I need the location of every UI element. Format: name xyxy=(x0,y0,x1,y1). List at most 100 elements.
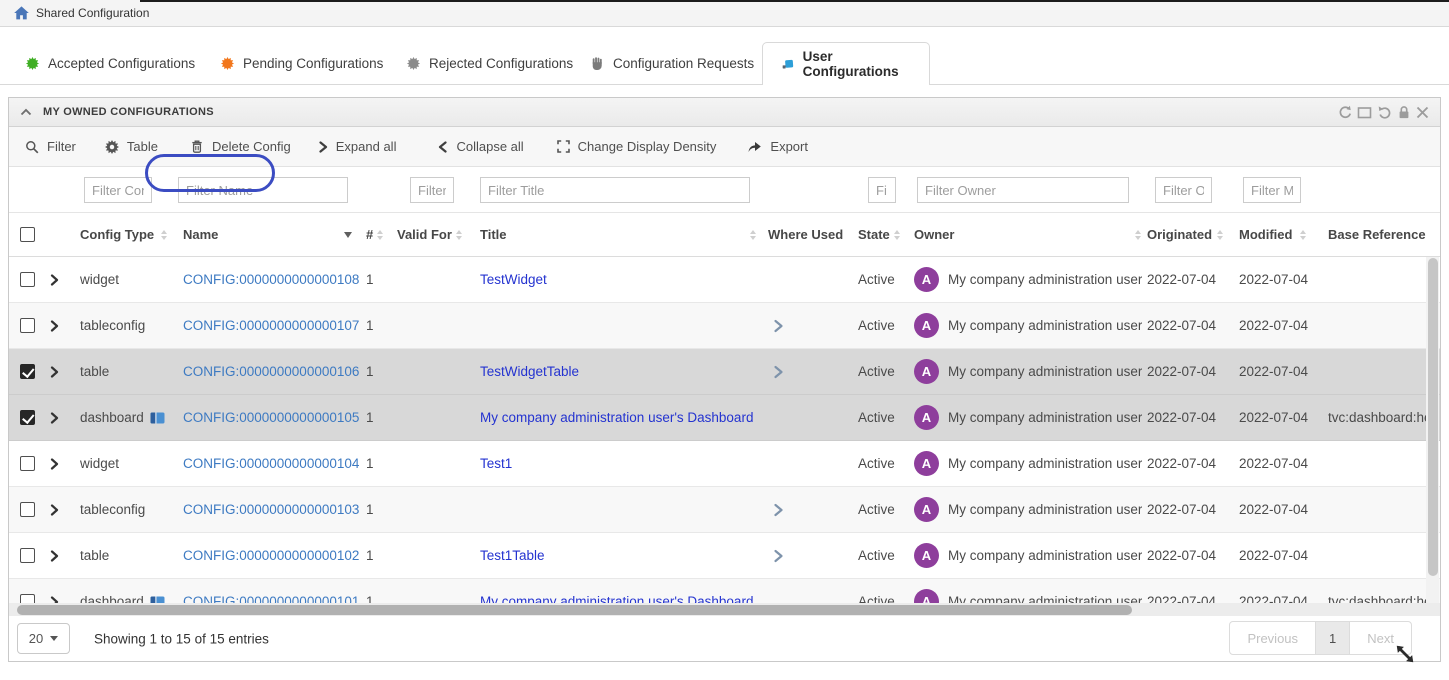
tab-bar: Accepted Configurations Pending Configur… xyxy=(0,42,1449,85)
expand-row-icon[interactable] xyxy=(50,596,59,604)
tab-user-configurations[interactable]: User Configurations xyxy=(762,42,930,85)
table-row[interactable]: tableconfig CONFIG:0000000000000107 1 Ac… xyxy=(9,303,1440,349)
column-header-base-reference[interactable]: Base Reference xyxy=(1328,227,1440,242)
row-checkbox[interactable] xyxy=(20,318,35,333)
column-header-modified[interactable]: Modified xyxy=(1239,227,1328,242)
table-row[interactable]: widget CONFIG:0000000000000108 1 TestWid… xyxy=(9,257,1440,303)
table-label: Table xyxy=(127,139,158,154)
gear-icon xyxy=(105,140,119,154)
column-label: Valid For xyxy=(397,227,452,242)
vertical-scrollbar-thumb[interactable] xyxy=(1428,258,1438,576)
tab-pending-configurations[interactable]: Pending Configurations xyxy=(221,42,383,84)
config-id-link[interactable]: CONFIG:0000000000000103 xyxy=(183,502,359,517)
table-row[interactable]: table CONFIG:0000000000000102 1 Test1Tab… xyxy=(9,533,1440,579)
expand-row-icon[interactable] xyxy=(50,504,59,516)
modified-cell: 2022-07-04 xyxy=(1239,272,1308,287)
column-header-owner[interactable]: Owner xyxy=(914,227,1147,242)
table-settings-button[interactable]: Table xyxy=(105,139,158,154)
filter-owner-input[interactable] xyxy=(917,177,1129,203)
expand-all-button[interactable]: Expand all xyxy=(318,139,397,154)
config-id-link[interactable]: CONFIG:0000000000000107 xyxy=(183,318,359,333)
tab-accepted-configurations[interactable]: Accepted Configurations xyxy=(26,42,195,84)
config-id-link[interactable]: CONFIG:0000000000000104 xyxy=(183,456,359,471)
filter-state-input[interactable] xyxy=(868,177,896,203)
column-header-config-type[interactable]: Config Type xyxy=(80,227,183,242)
collapse-panel-icon[interactable] xyxy=(20,108,32,116)
table-header-row: Config Type Name # Valid For Title Where… xyxy=(9,213,1440,257)
filter-button[interactable]: Filter xyxy=(25,139,76,154)
table-row[interactable]: widget CONFIG:0000000000000104 1 Test1 A… xyxy=(9,441,1440,487)
expand-row-icon[interactable] xyxy=(50,412,59,424)
column-header-originated[interactable]: Originated xyxy=(1147,227,1239,242)
filter-originated-input[interactable] xyxy=(1155,177,1212,203)
table-row[interactable]: tableconfig CONFIG:0000000000000103 1 Ac… xyxy=(9,487,1440,533)
home-icon[interactable] xyxy=(14,6,29,20)
column-header-title[interactable]: Title xyxy=(480,227,768,242)
refresh-icon[interactable] xyxy=(1337,105,1352,120)
config-id-link[interactable]: CONFIG:0000000000000106 xyxy=(183,364,359,379)
column-header-state[interactable]: State xyxy=(858,227,914,242)
sort-icon xyxy=(1217,230,1223,240)
export-button[interactable]: Export xyxy=(747,139,808,154)
maximize-icon[interactable] xyxy=(1357,105,1372,120)
undo-icon[interactable] xyxy=(1377,105,1392,120)
where-used-chevron[interactable] xyxy=(773,549,784,563)
table-row[interactable]: table CONFIG:0000000000000106 1 TestWidg… xyxy=(9,349,1440,395)
count-cell: 1 xyxy=(366,594,374,603)
row-checkbox[interactable] xyxy=(20,410,35,425)
filter-valid-for-input[interactable] xyxy=(410,177,454,203)
count-cell: 1 xyxy=(366,318,374,333)
title-link[interactable]: My company administration user's Dashboa… xyxy=(480,594,753,603)
row-checkbox[interactable] xyxy=(20,502,35,517)
expand-row-icon[interactable] xyxy=(50,366,59,378)
tab-rejected-configurations[interactable]: Rejected Configurations xyxy=(407,42,573,84)
collapse-all-button[interactable]: Collapse all xyxy=(438,139,523,154)
tab-configuration-requests[interactable]: Configuration Requests xyxy=(591,42,754,84)
previous-page-button[interactable]: Previous xyxy=(1230,622,1315,654)
config-id-link[interactable]: CONFIG:0000000000000102 xyxy=(183,548,359,563)
filter-title-input[interactable] xyxy=(480,177,750,203)
where-used-chevron[interactable] xyxy=(773,503,784,517)
row-checkbox[interactable] xyxy=(20,272,35,287)
modified-cell: 2022-07-04 xyxy=(1239,548,1308,563)
row-checkbox[interactable] xyxy=(20,456,35,471)
expand-row-icon[interactable] xyxy=(50,320,59,332)
chevron-right-icon xyxy=(318,141,328,153)
filter-name-input[interactable] xyxy=(178,177,348,203)
where-used-chevron[interactable] xyxy=(773,365,784,379)
row-checkbox[interactable] xyxy=(20,364,35,379)
title-link[interactable]: TestWidget xyxy=(480,272,547,287)
owner-name: My company administration user xyxy=(948,502,1142,517)
config-id-link[interactable]: CONFIG:0000000000000105 xyxy=(183,410,359,425)
lock-icon[interactable] xyxy=(1397,105,1411,120)
table-row[interactable]: dashboard CONFIG:0000000000000105 1 My c… xyxy=(9,395,1440,441)
filter-modified-input[interactable] xyxy=(1243,177,1301,203)
expand-row-icon[interactable] xyxy=(50,458,59,470)
row-checkbox[interactable] xyxy=(20,594,35,603)
current-page-button[interactable]: 1 xyxy=(1315,622,1350,654)
filter-config-type-input[interactable] xyxy=(84,177,152,203)
title-link[interactable]: Test1 xyxy=(480,456,512,471)
select-all-checkbox[interactable] xyxy=(20,227,35,242)
table-row[interactable]: dashboard CONFIG:0000000000000101 1 My c… xyxy=(9,579,1440,603)
title-link[interactable]: Test1Table xyxy=(480,548,545,563)
column-header-name[interactable]: Name xyxy=(183,227,366,242)
expand-row-icon[interactable] xyxy=(50,274,59,286)
change-display-density-button[interactable]: Change Display Density xyxy=(557,139,717,154)
config-id-link[interactable]: CONFIG:0000000000000108 xyxy=(183,272,359,287)
column-header-count[interactable]: # xyxy=(366,227,397,242)
title-link[interactable]: TestWidgetTable xyxy=(480,364,579,379)
page-size-dropdown[interactable]: 20 xyxy=(17,623,70,654)
column-header-valid-for[interactable]: Valid For xyxy=(397,227,480,242)
horizontal-scrollbar-thumb[interactable] xyxy=(17,605,1132,615)
delete-config-button[interactable]: Delete Config xyxy=(190,139,291,154)
config-id-link[interactable]: CONFIG:0000000000000101 xyxy=(183,594,359,603)
title-link[interactable]: My company administration user's Dashboa… xyxy=(480,410,753,425)
where-used-chevron[interactable] xyxy=(773,319,784,333)
column-header-where-used[interactable]: Where Used xyxy=(768,227,858,242)
close-icon[interactable] xyxy=(1416,106,1429,119)
caret-down-icon xyxy=(50,636,58,641)
expand-row-icon[interactable] xyxy=(50,550,59,562)
config-type-cell: dashboard xyxy=(80,410,144,425)
row-checkbox[interactable] xyxy=(20,548,35,563)
